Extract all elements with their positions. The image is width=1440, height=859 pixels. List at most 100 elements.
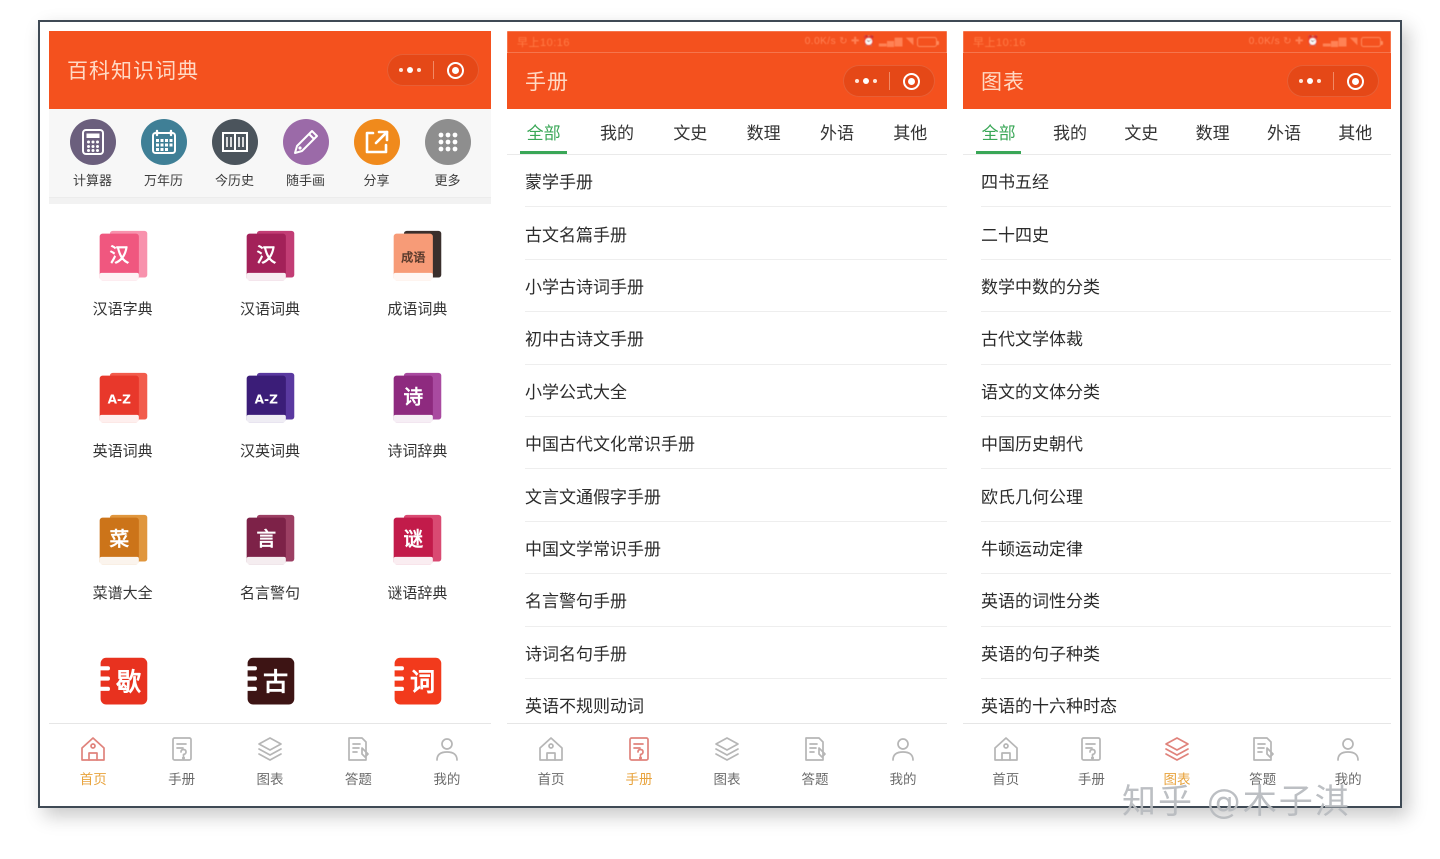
dictionary-item[interactable]: 歇歇后语词典 <box>49 642 196 723</box>
quiz-icon <box>771 734 859 764</box>
svg-text:汉: 汉 <box>256 244 276 267</box>
tabbar-item-图表[interactable]: 图表 <box>1134 734 1220 788</box>
tabbar-item-首页[interactable]: 首页 <box>49 734 137 788</box>
tabbar-item-答题[interactable]: 答题 <box>314 734 402 788</box>
tabbar-item-图表[interactable]: 图表 <box>683 734 771 788</box>
list-item[interactable]: 中国古代文化常识手册 <box>525 417 947 469</box>
book-icon: 菜 <box>95 512 151 570</box>
list-item[interactable]: 英语的十六种时态 <box>981 679 1391 723</box>
list-item[interactable]: 诗词名句手册 <box>525 627 947 679</box>
list-item[interactable]: 蒙学手册 <box>525 155 947 207</box>
tool-calculator[interactable]: 计算器 <box>59 119 127 189</box>
tabbar-item-手册[interactable]: 手册 <box>1049 734 1135 788</box>
book-icon: A-Z <box>95 370 151 428</box>
list-item[interactable]: 四书五经 <box>981 155 1391 207</box>
dictionary-item[interactable]: 古古汉语字典 <box>196 642 343 723</box>
list-item[interactable]: 数学中数的分类 <box>981 260 1391 312</box>
tabbar-item-我的[interactable]: 我的 <box>403 734 491 788</box>
tabbar-label: 首页 <box>963 768 1049 788</box>
list-item[interactable]: 中国文学常识手册 <box>525 522 947 574</box>
target-icon[interactable] <box>434 62 479 79</box>
bluetooth-icon: ✚ <box>1295 37 1304 47</box>
category-tab-我的[interactable]: 我的 <box>580 109 653 154</box>
list-item[interactable]: 名言警句手册 <box>525 574 947 626</box>
quiz-icon <box>1220 734 1306 764</box>
phone-screen-manual: 早上10:16 0.0K/s ↻ ✚ ⏰ ▂▄▆ ◥ 手册 <box>507 31 947 797</box>
tabbar-item-答题[interactable]: 答题 <box>1220 734 1306 788</box>
p1-bottom-tabbar: 首页手册图表答题我的 <box>49 723 491 797</box>
tabbar-label: 我的 <box>403 768 491 788</box>
category-tab-其他[interactable]: 其他 <box>1320 109 1391 154</box>
more-icon[interactable] <box>388 67 433 73</box>
p1-miniprogram-capsule[interactable] <box>387 54 479 86</box>
tabbar-item-手册[interactable]: 手册 <box>595 734 683 788</box>
list-item[interactable]: 中国历史朝代 <box>981 417 1391 469</box>
p2-miniprogram-capsule[interactable] <box>843 65 935 97</box>
dictionary-item[interactable]: 诗诗词辞典 <box>344 358 491 498</box>
category-tab-外语[interactable]: 外语 <box>800 109 873 154</box>
refresh-icon: ↻ <box>1283 37 1292 47</box>
list-item[interactable]: 小学公式大全 <box>525 365 947 417</box>
tabbar-item-我的[interactable]: 我的 <box>859 734 947 788</box>
tool-today-history[interactable]: 今历史 <box>201 119 269 189</box>
category-tab-我的[interactable]: 我的 <box>1034 109 1105 154</box>
target-icon[interactable] <box>1334 73 1379 90</box>
tool-draw[interactable]: 随手画 <box>272 119 340 189</box>
dictionary-item[interactable]: 言名言警句 <box>196 500 343 640</box>
list-item[interactable]: 小学古诗词手册 <box>525 260 947 312</box>
tabbar-item-首页[interactable]: 首页 <box>963 734 1049 788</box>
category-tab-文史[interactable]: 文史 <box>654 109 727 154</box>
list-item[interactable]: 初中古诗文手册 <box>525 312 947 364</box>
list-item[interactable]: 古代文学体裁 <box>981 312 1391 364</box>
dictionary-label: 汉英词典 <box>240 440 300 461</box>
tabbar-item-手册[interactable]: 手册 <box>137 734 225 788</box>
dictionary-item[interactable]: 成语成语词典 <box>344 216 491 356</box>
list-item[interactable]: 古文名篇手册 <box>525 207 947 259</box>
dictionary-item[interactable]: A-Z英语词典 <box>49 358 196 498</box>
list-item[interactable]: 欧氏几何公理 <box>981 469 1391 521</box>
tool-share[interactable]: 分享 <box>343 119 411 189</box>
category-tab-数理[interactable]: 数理 <box>727 109 800 154</box>
dictionary-item[interactable]: A-Z 汉英词典 <box>196 358 343 498</box>
category-tab-文史[interactable]: 文史 <box>1106 109 1177 154</box>
tabbar-item-图表[interactable]: 图表 <box>226 734 314 788</box>
book-icon: 成语 <box>389 228 445 286</box>
book-icon: 诗 <box>389 370 445 428</box>
svg-text:A-Z: A-Z <box>107 393 130 407</box>
person-icon <box>859 734 947 764</box>
list-item[interactable]: 文言文通假字手册 <box>525 469 947 521</box>
dictionary-item[interactable]: 谜谜语辞典 <box>344 500 491 640</box>
list-item[interactable]: 牛顿运动定律 <box>981 522 1391 574</box>
list-item[interactable]: 二十四史 <box>981 207 1391 259</box>
dictionary-item[interactable]: 菜菜谱大全 <box>49 500 196 640</box>
dictionary-item[interactable]: 汉汉语字典 <box>49 216 196 356</box>
p2-manual-list: 蒙学手册古文名篇手册小学古诗词手册初中古诗文手册小学公式大全中国古代文化常识手册… <box>507 155 947 723</box>
svg-text:言: 言 <box>256 528 276 551</box>
list-item[interactable]: 英语的句子种类 <box>981 627 1391 679</box>
more-icon[interactable] <box>1288 78 1333 84</box>
tabbar-item-首页[interactable]: 首页 <box>507 734 595 788</box>
list-item[interactable]: 英语的词性分类 <box>981 574 1391 626</box>
list-item[interactable]: 语文的文体分类 <box>981 365 1391 417</box>
tool-more[interactable]: 更多 <box>414 119 482 189</box>
tabbar-label: 图表 <box>226 768 314 788</box>
tabbar-item-答题[interactable]: 答题 <box>771 734 859 788</box>
tabbar-item-我的[interactable]: 我的 <box>1305 734 1391 788</box>
dictionary-item[interactable]: 词中文同（反）... <box>344 642 491 723</box>
dictionary-label: 诗词辞典 <box>387 440 447 461</box>
p3-title: 图表 <box>981 66 1025 96</box>
more-icon[interactable] <box>844 78 889 84</box>
category-tab-全部[interactable]: 全部 <box>507 109 580 154</box>
category-tab-外语[interactable]: 外语 <box>1248 109 1319 154</box>
category-tab-全部[interactable]: 全部 <box>963 109 1034 154</box>
p3-miniprogram-capsule[interactable] <box>1287 65 1379 97</box>
tool-calendar[interactable]: 万年历 <box>130 119 198 189</box>
category-tab-数理[interactable]: 数理 <box>1177 109 1248 154</box>
dictionary-item[interactable]: 汉汉语词典 <box>196 216 343 356</box>
tool-label: 万年历 <box>130 170 198 189</box>
book-icon: A-Z <box>242 370 298 428</box>
list-item[interactable]: 英语不规则动词 <box>525 679 947 723</box>
p1-title: 百科知识词典 <box>67 55 199 85</box>
category-tab-其他[interactable]: 其他 <box>874 109 947 154</box>
target-icon[interactable] <box>890 73 935 90</box>
